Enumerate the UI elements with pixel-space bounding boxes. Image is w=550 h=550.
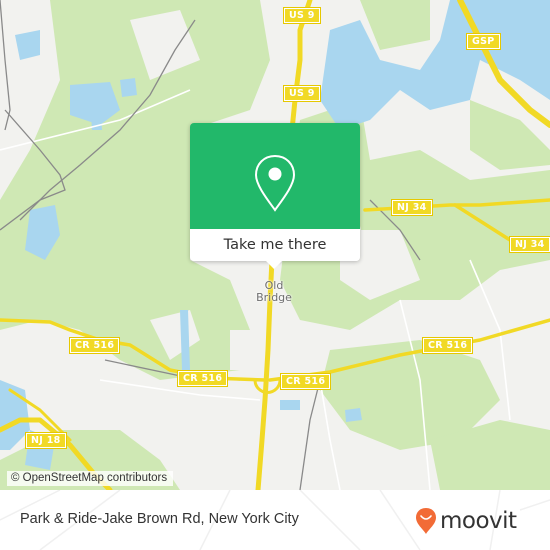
moovit-logo[interactable]: moovit — [415, 506, 517, 536]
road-shield-cr516-center: CR 516 — [176, 370, 229, 387]
road-shield-us9-north: US 9 — [283, 7, 321, 24]
road-shield-cr516-west: CR 516 — [68, 337, 121, 354]
road-shield-cr516-mid: CR 516 — [279, 373, 332, 390]
road-shield-nj34-east: NJ 34 — [509, 236, 550, 253]
map-pin-icon — [254, 154, 296, 212]
road-shield-gsp: GSP — [466, 33, 501, 50]
road-shield-nj34-west: NJ 34 — [391, 199, 433, 216]
location-popup: Take me there — [190, 123, 360, 269]
road-shield-cr516-east: CR 516 — [421, 337, 474, 354]
stop-title: Park & Ride-Jake Brown Rd, New York City — [20, 511, 299, 527]
road-shield-us9-south: US 9 — [283, 85, 321, 102]
road-shield-nj18: NJ 18 — [25, 432, 67, 449]
footer-bar: Park & Ride-Jake Brown Rd, New York City… — [0, 490, 550, 550]
place-label-line2: Bridge — [256, 291, 292, 304]
popup-header — [190, 123, 360, 229]
take-me-there-button[interactable]: Take me there — [190, 229, 360, 261]
moovit-logo-text: moovit — [440, 508, 517, 534]
osm-attribution[interactable]: © OpenStreetMap contributors — [7, 471, 174, 486]
popup-pointer — [266, 261, 282, 269]
place-label-old-bridge: Old Bridge — [252, 280, 296, 304]
moovit-smile-pin-icon — [416, 508, 436, 534]
map-canvas[interactable]: US 9 US 9 GSP NJ 34 NJ 34 CR 516 CR 516 … — [0, 0, 550, 490]
